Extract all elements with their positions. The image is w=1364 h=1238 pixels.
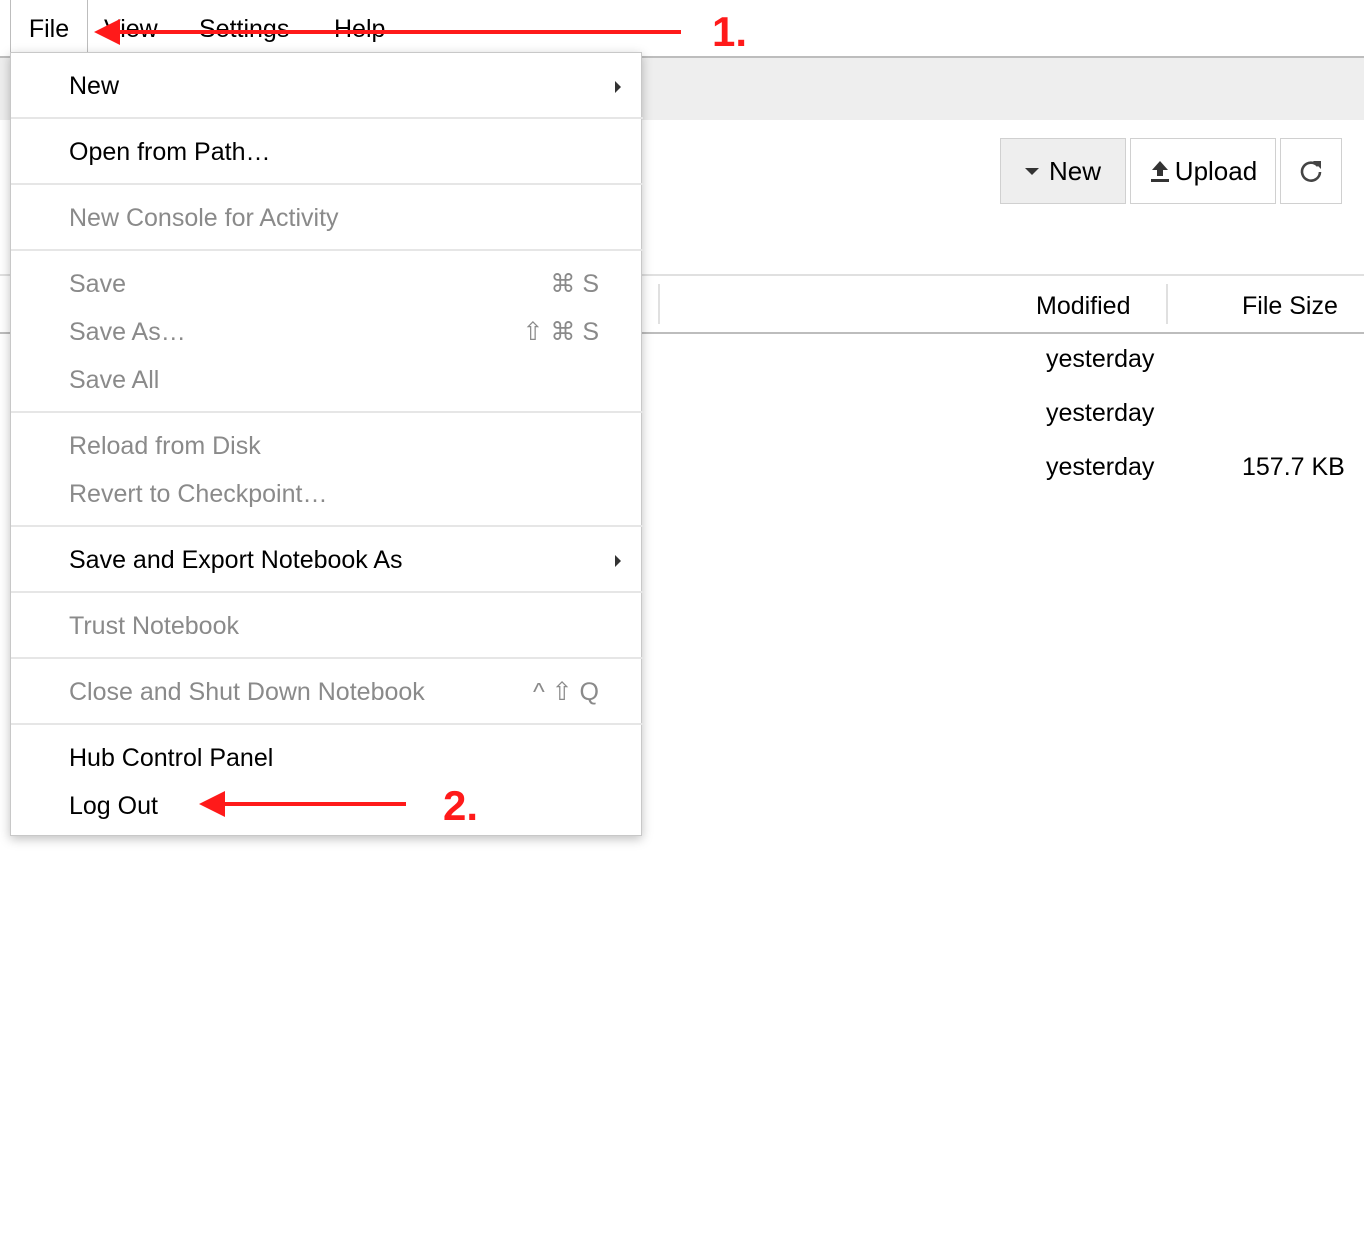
jupyterlab-window: File View Settings Help New Upload Modif…: [0, 0, 1364, 1238]
menu-item-label: Open from Path…: [69, 138, 271, 166]
refresh-button[interactable]: [1280, 138, 1342, 204]
menu-separator: [11, 183, 643, 185]
row-modified: yesterday: [1046, 399, 1155, 427]
menubar: File View Settings Help: [0, 0, 1364, 58]
upload-icon: [1150, 161, 1169, 182]
row-file-size: 157.7 KB: [1242, 453, 1345, 481]
shortcut-label: ^ ⇧ Q: [532, 678, 599, 706]
annotation-arrowhead-1: [94, 19, 120, 45]
menu-item-label: New: [69, 72, 120, 100]
submenu-caret-icon: [615, 81, 621, 93]
row-modified: yesterday: [1046, 453, 1155, 481]
new-button-label: New: [1048, 155, 1101, 186]
menu-item-new[interactable]: New: [11, 62, 643, 110]
shortcut-label: ⌘ S: [550, 270, 599, 298]
menu-item-reload-from-disk[interactable]: Reload from Disk: [11, 422, 643, 470]
menu-item-new-console[interactable]: New Console for Activity: [11, 194, 643, 242]
menu-file[interactable]: File: [10, 0, 88, 58]
menu-separator: [11, 657, 643, 659]
menu-separator: [11, 723, 643, 725]
menu-item-label: Revert to Checkpoint…: [69, 480, 328, 508]
file-menu-dropdown: New Open from Path… New Console for Acti…: [10, 52, 643, 836]
menu-item-label: Save All: [69, 366, 160, 394]
menu-item-label: Hub Control Panel: [69, 744, 274, 772]
column-divider: [1166, 284, 1168, 324]
menu-separator: [11, 117, 643, 119]
menu-item-label: Save: [69, 270, 126, 298]
annotation-arrowhead-2: [199, 791, 225, 817]
column-divider: [658, 284, 660, 324]
annotation-number-1: 1.: [712, 8, 748, 55]
menu-item-log-out[interactable]: Log Out: [11, 782, 643, 830]
menu-item-trust-notebook[interactable]: Trust Notebook: [11, 602, 643, 650]
menu-item-revert-to-checkpoint[interactable]: Revert to Checkpoint…: [11, 470, 643, 518]
annotation-arrow-2: [222, 802, 406, 806]
menu-item-open-from-path[interactable]: Open from Path…: [11, 128, 643, 176]
caret-down-icon: [1024, 167, 1039, 175]
menu-separator: [11, 525, 643, 527]
annotation-number-2: 2.: [443, 782, 479, 829]
menu-item-save-all[interactable]: Save All: [11, 356, 643, 404]
menu-item-label: Log Out: [69, 792, 158, 820]
menu-item-label: Reload from Disk: [69, 432, 261, 460]
menu-item-label: Save As…: [69, 318, 186, 346]
menu-item-save-and-export[interactable]: Save and Export Notebook As: [11, 536, 643, 584]
upload-button[interactable]: Upload: [1130, 138, 1276, 204]
new-launcher-button[interactable]: New: [1000, 138, 1126, 204]
menu-item-label: Close and Shut Down Notebook: [69, 678, 425, 706]
menu-item-save[interactable]: Save ⌘ S: [11, 260, 643, 308]
header-file-size[interactable]: File Size: [1242, 276, 1338, 332]
annotation-arrow-1: [118, 30, 681, 34]
menu-item-label: Trust Notebook: [69, 612, 239, 640]
menu-item-label: Save and Export Notebook As: [69, 546, 403, 574]
menu-item-save-as[interactable]: Save As… ⇧ ⌘ S: [11, 308, 643, 356]
menu-separator: [11, 411, 643, 413]
menu-help[interactable]: Help: [334, 0, 385, 56]
menu-separator: [11, 591, 643, 593]
submenu-caret-icon: [615, 555, 621, 567]
shortcut-label: ⇧ ⌘ S: [522, 318, 599, 346]
row-modified: yesterday: [1046, 345, 1155, 373]
menu-separator: [11, 249, 643, 251]
menu-item-hub-control-panel[interactable]: Hub Control Panel: [11, 734, 643, 782]
menu-item-close-and-shutdown[interactable]: Close and Shut Down Notebook ^ ⇧ Q: [11, 668, 643, 716]
menu-item-label: New Console for Activity: [69, 204, 339, 232]
menu-settings[interactable]: Settings: [199, 0, 289, 56]
header-modified[interactable]: Modified: [1036, 276, 1131, 332]
refresh-icon: [1300, 161, 1322, 182]
upload-button-label: Upload: [1174, 155, 1258, 186]
